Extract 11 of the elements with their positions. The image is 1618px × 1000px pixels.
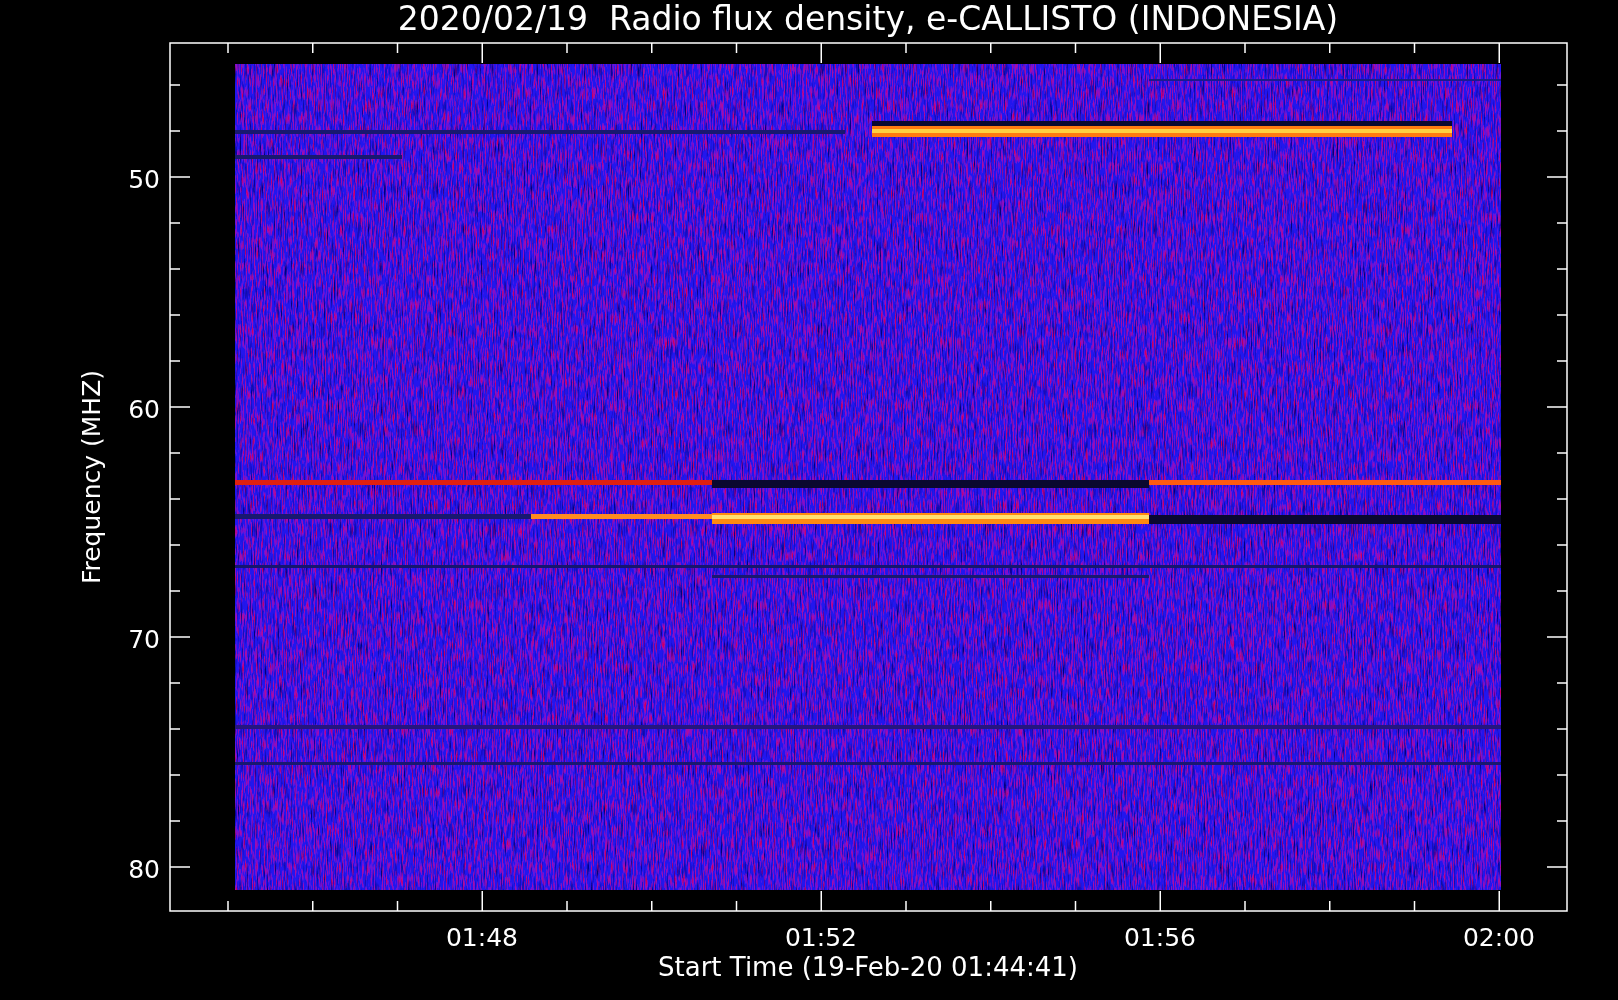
y-tick-label: 70	[128, 625, 160, 654]
x-tick-label: 01:52	[785, 923, 857, 952]
x-axis-label: Start Time (19-Feb-20 01:44:41)	[658, 952, 1078, 982]
y-tick-label: 60	[128, 395, 160, 424]
x-tick-label: 02:00	[1463, 923, 1535, 952]
x-tick-label: 01:48	[446, 923, 518, 952]
y-tick-label: 50	[128, 165, 160, 194]
x-tick-label: 01:56	[1124, 923, 1196, 952]
y-tick-label: 80	[128, 855, 160, 884]
y-axis-label: Frequency (MHZ)	[77, 369, 106, 585]
chart-title: 2020/02/19 Radio flux density, e-CALLISTO (INDONESIA)	[397, 0, 1339, 38]
